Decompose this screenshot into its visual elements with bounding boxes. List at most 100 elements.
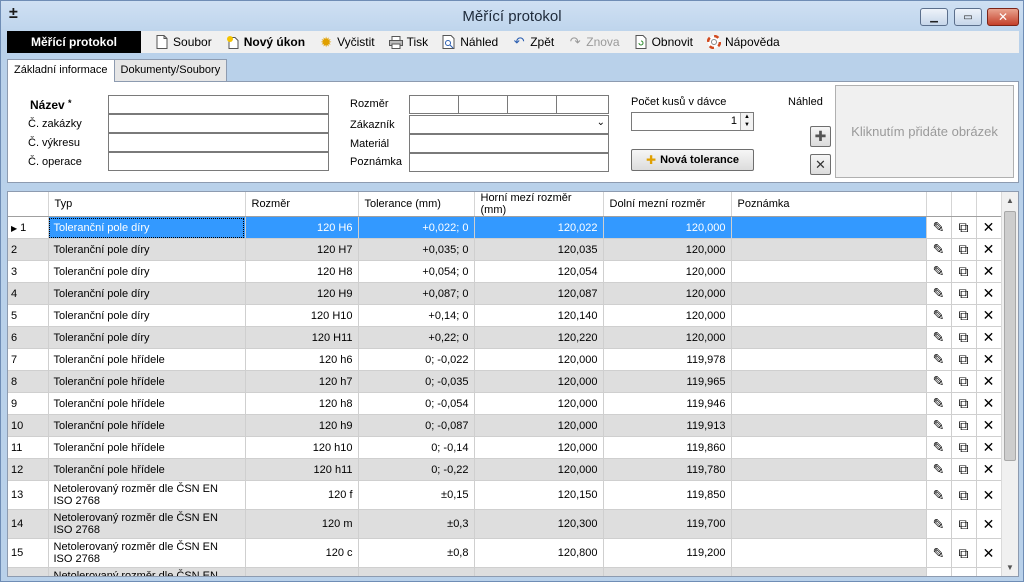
cell-lower-limit[interactable]: 120,000 [603,304,732,327]
image-preview-area[interactable]: Kliknutím přidáte obrázek [835,85,1014,178]
header-type[interactable]: Typ [48,192,246,217]
cell-type[interactable]: Toleranční pole díry [48,260,246,283]
cell-lower-limit[interactable]: 120,000 [603,260,732,283]
cell-note[interactable] [731,238,927,261]
table-row[interactable]: 10 Toleranční pole hřídele 120 h9 0; -0,087… [8,414,1002,437]
cell-tolerance[interactable]: +0,035; 0 [358,238,475,261]
table-row[interactable]: 5 Toleranční pole díry 120 H10 +0,14; 0 120,… [8,304,1002,327]
cell-dimension[interactable] [245,567,359,576]
row-number[interactable]: 6 [8,326,49,349]
table-row[interactable]: 16 Netolerovaný rozměr dle ČSN EN ISO 276… [8,567,1002,576]
cell-lower-limit[interactable]: 119,946 [603,392,732,415]
cell-note[interactable] [731,348,927,371]
cell-note[interactable] [731,458,927,481]
cell-lower-limit[interactable]: 119,913 [603,414,732,437]
delete-x-icon[interactable]: ✕ [976,480,1002,510]
row-number[interactable]: 8 [8,370,49,393]
cell-upper-limit[interactable]: 120,022 [474,216,604,239]
cell-lower-limit[interactable]: 120,000 [603,216,732,239]
row-number[interactable]: 9 [8,392,49,415]
edit-pencil-icon[interactable]: ✎ [926,509,952,539]
cell-dimension[interactable]: 120 H6 [245,216,359,239]
cell-dimension[interactable]: 120 H11 [245,326,359,349]
cell-dimension[interactable]: 120 f [245,480,359,510]
table-row[interactable]: ▶ 1 Toleranční pole díry 120 H6 +0,022; 0 120… [8,216,1002,239]
row-number[interactable]: 12 [8,458,49,481]
cell-lower-limit[interactable] [603,567,732,576]
cell-tolerance[interactable]: +0,054; 0 [358,260,475,283]
toolbar-item-file[interactable]: Soubor [155,35,212,49]
header-tolerance[interactable]: Tolerance (mm) [358,192,475,217]
copy-icon[interactable]: ⧉ [951,567,977,576]
cell-note[interactable] [731,326,927,349]
title-bar[interactable]: ± Měřící protokol ▁ ▭ ✕ [1,1,1023,31]
edit-pencil-icon[interactable]: ✎ [926,348,952,371]
row-number[interactable]: 7 [8,348,49,371]
cell-type[interactable]: Toleranční pole hřídele [48,414,246,437]
table-row[interactable]: 8 Toleranční pole hřídele 120 h7 0; -0,035 1… [8,370,1002,393]
cell-lower-limit[interactable]: 119,780 [603,458,732,481]
maximize-button[interactable]: ▭ [954,8,982,26]
cell-note[interactable] [731,567,927,576]
cell-dimension[interactable]: 120 h7 [245,370,359,393]
add-image-button[interactable]: ✚ [810,126,831,147]
toolbar-item-preview[interactable]: Náhled [442,35,498,49]
cell-upper-limit[interactable]: 120,220 [474,326,604,349]
toolbar-item-redo[interactable]: ↷ Znova [568,34,620,49]
cell-lower-limit[interactable]: 120,000 [603,326,732,349]
pieces-stepper[interactable]: 1 ▲ ▼ [631,112,754,131]
toolbar-item-clear[interactable]: ✹ Vyčistit [319,34,374,50]
table-row[interactable]: 7 Toleranční pole hřídele 120 h6 0; -0,022 1… [8,348,1002,371]
scroll-up-icon[interactable]: ▲ [1002,192,1018,209]
cell-type[interactable]: Toleranční pole hřídele [48,370,246,393]
row-number[interactable]: 14 [8,509,49,539]
cell-upper-limit[interactable]: 120,000 [474,348,604,371]
cell-type[interactable]: Toleranční pole díry [48,238,246,261]
cell-type[interactable]: Toleranční pole hřídele [48,436,246,459]
chevron-up-icon[interactable]: ▲ [744,114,750,120]
cell-upper-limit[interactable]: 120,054 [474,260,604,283]
cell-tolerance[interactable]: ±0,15 [358,480,475,510]
cell-tolerance[interactable]: 0; -0,022 [358,348,475,371]
row-number[interactable]: ▶ 1 [8,216,49,239]
copy-icon[interactable]: ⧉ [951,480,977,510]
delete-x-icon[interactable]: ✕ [976,348,1002,371]
header-lower-limit[interactable]: Dolní mezní rozměr [603,192,732,217]
edit-pencil-icon[interactable]: ✎ [926,304,952,327]
cell-note[interactable] [731,538,927,568]
row-number[interactable]: 4 [8,282,49,305]
cell-lower-limit[interactable]: 120,000 [603,238,732,261]
scroll-down-icon[interactable]: ▼ [1002,559,1018,576]
copy-icon[interactable]: ⧉ [951,392,977,415]
delete-x-icon[interactable]: ✕ [976,509,1002,539]
delete-x-icon[interactable]: ✕ [976,370,1002,393]
copy-icon[interactable]: ⧉ [951,216,977,239]
cell-upper-limit[interactable]: 120,300 [474,509,604,539]
cell-tolerance[interactable]: +0,22; 0 [358,326,475,349]
cell-note[interactable] [731,260,927,283]
cell-upper-limit[interactable]: 120,000 [474,436,604,459]
cell-type[interactable]: Toleranční pole hřídele [48,392,246,415]
header-dimension[interactable]: Rozměr [245,192,359,217]
delete-x-icon[interactable]: ✕ [976,458,1002,481]
cell-type[interactable]: Toleranční pole díry [48,326,246,349]
material-input[interactable] [409,134,609,153]
cell-note[interactable] [731,509,927,539]
row-number[interactable]: 2 [8,238,49,261]
scroll-thumb[interactable] [1004,211,1016,461]
close-button[interactable]: ✕ [987,8,1019,26]
remove-image-button[interactable]: ✕ [810,154,831,175]
delete-x-icon[interactable]: ✕ [976,304,1002,327]
delete-x-icon[interactable]: ✕ [976,538,1002,568]
cell-tolerance[interactable]: +0,14; 0 [358,304,475,327]
table-row[interactable]: 14 Netolerovaný rozměr dle ČSN EN ISO 276… [8,509,1002,539]
edit-pencil-icon[interactable]: ✎ [926,567,952,576]
cell-dimension[interactable]: 120 h10 [245,436,359,459]
toolbar-item-protocol[interactable]: Měřící protokol [7,31,142,53]
cell-note[interactable] [731,282,927,305]
edit-pencil-icon[interactable]: ✎ [926,260,952,283]
cell-tolerance[interactable]: 0; -0,087 [358,414,475,437]
tab-basic-info[interactable]: Základní informace [7,59,115,82]
tab-documents[interactable]: Dokumenty/Soubory [113,59,228,81]
cell-lower-limit[interactable]: 119,850 [603,480,732,510]
